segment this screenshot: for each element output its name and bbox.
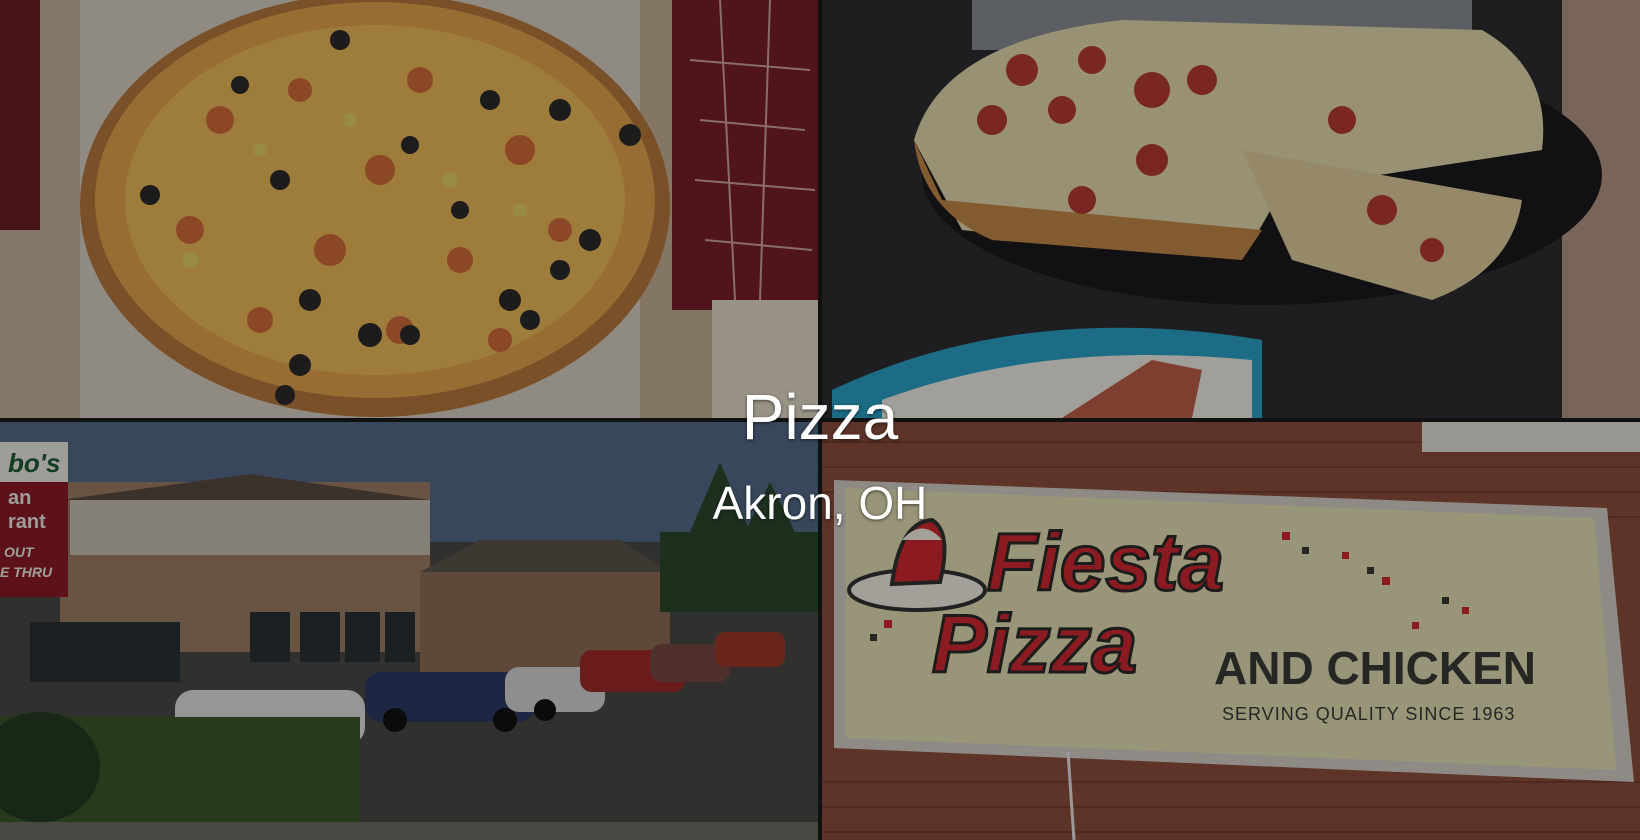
page-title: Pizza <box>741 381 899 453</box>
location-subtitle: Akron, OH <box>712 477 928 529</box>
hero-overlay: Pizza Akron, OH <box>0 0 1640 840</box>
